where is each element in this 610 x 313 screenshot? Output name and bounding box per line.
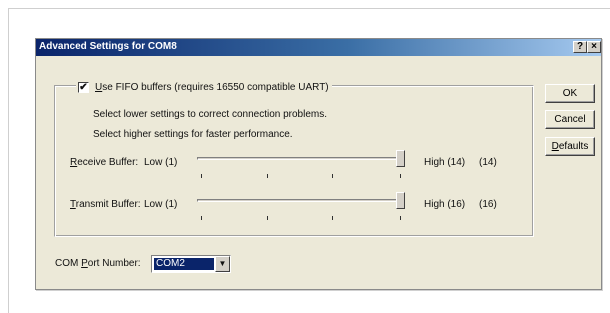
receive-buffer-tick-3 (332, 174, 333, 178)
receive-buffer-slider[interactable] (197, 150, 407, 179)
receive-buffer-value: (14) (479, 157, 497, 168)
check-mark-icon: ✔ (79, 82, 88, 93)
ok-button[interactable]: OK (545, 84, 595, 103)
receive-buffer-thumb[interactable] (396, 150, 405, 167)
transmit-buffer-value: (16) (479, 199, 497, 210)
transmit-buffer-tick-1 (201, 216, 202, 220)
com-port-selected-value: COM2 (154, 258, 214, 270)
transmit-buffer-tick-4 (400, 216, 401, 220)
com-port-label: COM Port Number: (55, 258, 141, 269)
transmit-buffer-high-label: High (16) (424, 199, 466, 210)
com-port-dropdown[interactable]: COM2 ▼ (151, 255, 231, 273)
help-button[interactable]: ? (573, 41, 587, 53)
receive-buffer-label: Receive Buffer: (70, 157, 139, 168)
use-fifo-label: Use FIFO buffers (requires 16550 compati… (95, 82, 329, 93)
receive-buffer-track (197, 157, 405, 160)
transmit-buffer-tick-2 (267, 216, 268, 220)
receive-buffer-low-label: Low (1) (144, 157, 178, 168)
use-fifo-checkbox[interactable]: ✔ (78, 82, 89, 93)
cancel-button[interactable]: Cancel (545, 110, 595, 129)
transmit-buffer-slider[interactable] (197, 192, 407, 221)
hint-higher-settings: Select higher settings for faster perfor… (93, 129, 293, 140)
receive-buffer-high-label: High (14) (424, 157, 466, 168)
background-frame-top (8, 8, 610, 9)
transmit-buffer-thumb[interactable] (396, 192, 405, 209)
advanced-settings-dialog: Advanced Settings for COM8 ? × ✔ Use FIF… (35, 38, 602, 290)
receive-buffer-tick-1 (201, 174, 202, 178)
receive-buffer-tick-2 (267, 174, 268, 178)
background-frame-left (8, 8, 9, 313)
receive-buffer-tick-4 (400, 174, 401, 178)
transmit-buffer-low-label: Low (1) (144, 199, 178, 210)
hint-lower-settings: Select lower settings to correct connect… (93, 109, 327, 120)
use-fifo-checkbox-row[interactable]: ✔ Use FIFO buffers (requires 16550 compa… (76, 82, 332, 93)
close-button[interactable]: × (587, 41, 601, 53)
transmit-buffer-tick-3 (332, 216, 333, 220)
title-bar[interactable]: Advanced Settings for COM8 ? × (36, 39, 601, 56)
transmit-buffer-track (197, 199, 405, 202)
dialog-title: Advanced Settings for COM8 (39, 41, 177, 52)
chevron-down-icon[interactable]: ▼ (215, 256, 230, 272)
defaults-button[interactable]: Defaults (545, 137, 595, 156)
transmit-buffer-label: Transmit Buffer: (70, 199, 141, 210)
